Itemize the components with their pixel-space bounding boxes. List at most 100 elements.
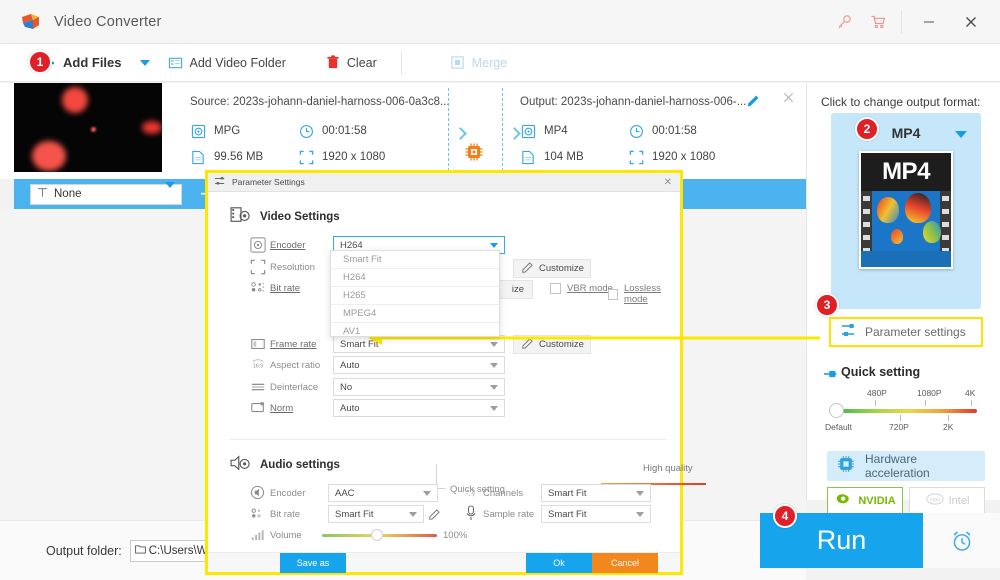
audio-encoder-select[interactable]: AAC <box>328 484 438 502</box>
remove-file-icon[interactable] <box>782 91 795 107</box>
hardware-acceleration-button[interactable]: Hardware acceleration <box>827 451 985 481</box>
intel-label: Intel <box>948 495 970 507</box>
aspect-ratio-select[interactable]: Auto <box>333 356 505 374</box>
format-disc-icon <box>190 123 206 139</box>
deinterlace-select[interactable]: No <box>333 378 505 396</box>
run-label: Run <box>816 525 867 555</box>
channels-row-icon <box>463 485 478 505</box>
video-settings-icon <box>230 206 252 227</box>
audio-bitrate-select[interactable]: Smart Fit <box>328 505 424 523</box>
cart-icon[interactable] <box>861 0 895 44</box>
source-size: 99.56 MB <box>190 149 263 165</box>
resolution-customize-button[interactable]: Customize <box>513 259 591 278</box>
trash-icon <box>326 55 340 70</box>
video-encoder-value: H264 <box>340 239 363 251</box>
channels-select[interactable]: Smart Fit <box>541 484 651 502</box>
step-badge-2: 2 <box>855 117 879 141</box>
save-as-button[interactable]: Save as <box>280 553 346 573</box>
volume-knob[interactable] <box>371 529 383 541</box>
samplerate-label: Sample rate <box>483 509 535 520</box>
chevron-down-icon <box>636 490 644 496</box>
audio-bitrate-value: Smart Fit <box>335 508 374 520</box>
dialog-close-icon[interactable]: ✕ <box>664 177 672 188</box>
window-controls <box>827 0 1000 44</box>
format-disc-icon <box>520 123 536 139</box>
file-list-item[interactable]: Source: 2023s-johann-daniel-harnoss-006-… <box>0 83 806 179</box>
edit-output-name-icon[interactable] <box>746 94 760 111</box>
output-duration: 00:01:58 <box>628 123 697 139</box>
vbr-mode-checkbox[interactable]: VBR mode <box>550 283 613 294</box>
audio-settings-label: Audio settings <box>260 458 340 471</box>
bitrate-label: Bit rate <box>270 283 301 294</box>
parameter-settings-dialog: Parameter Settings ✕ Video Settings Enco… <box>205 170 706 575</box>
minimize-button[interactable] <box>908 0 950 44</box>
key-icon[interactable] <box>827 0 861 44</box>
step-badge-4: 4 <box>773 504 797 528</box>
subtitle-select[interactable]: None <box>30 182 182 205</box>
file-icon <box>520 149 536 165</box>
merge-button: Merge <box>440 44 517 82</box>
encoder-dropdown-list[interactable]: Smart Fit H264 H265 MPEG4 AV1 <box>330 250 500 337</box>
encoder-option-smart-fit[interactable]: Smart Fit <box>331 251 499 269</box>
encoder-option-av1[interactable]: AV1 <box>331 323 499 341</box>
nvidia-toggle[interactable]: NVIDIA <box>827 487 903 515</box>
poster-image <box>861 191 951 267</box>
cancel-label: Cancel <box>610 558 639 568</box>
output-format-card[interactable]: MP4 MP4 <box>831 113 981 309</box>
app-title: Video Converter <box>54 13 162 30</box>
title-bar: Video Converter <box>0 0 1000 44</box>
clear-button[interactable]: Clear <box>316 44 387 82</box>
resolution-row-icon <box>250 259 266 280</box>
chevron-down-icon[interactable] <box>955 131 967 138</box>
aspect-ratio-label: Aspect ratio <box>270 360 321 371</box>
channels-label: Channels <box>483 488 524 499</box>
schedule-button[interactable] <box>923 513 1000 568</box>
encoder-option-mpeg4[interactable]: MPEG4 <box>331 305 499 323</box>
svg-text:16:9: 16:9 <box>253 364 263 370</box>
audio-bitrate-edit-icon[interactable] <box>429 507 440 525</box>
norm-select[interactable]: Auto <box>333 399 505 417</box>
add-video-folder-label: Add Video Folder <box>189 55 286 70</box>
chevron-down-icon <box>490 405 498 411</box>
samplerate-select[interactable]: Smart Fit <box>541 505 651 523</box>
parameter-settings-button[interactable]: Parameter settings <box>829 317 983 347</box>
audio-bitrate-label: Bit rate <box>270 509 301 520</box>
source-resolution: 1920 x 1080 <box>298 149 385 165</box>
output-resolution: 1920 x 1080 <box>628 149 715 165</box>
output-size: 104 MB <box>520 149 584 165</box>
step-badge-1: 1 <box>28 50 52 74</box>
slider-track[interactable] <box>839 409 977 413</box>
source-resolution-value: 1920 x 1080 <box>322 151 386 163</box>
quality-label: High quality <box>643 463 693 474</box>
file-icon <box>190 149 206 165</box>
output-format: MP4 <box>520 123 568 139</box>
encoder-option-h265[interactable]: H265 <box>331 287 499 305</box>
slider-knob[interactable] <box>829 403 844 418</box>
slider-label-480p: 480P <box>867 388 887 398</box>
lossless-mode-checkbox[interactable]: Lossless mode <box>608 283 680 305</box>
encoder-row-icon <box>250 237 266 258</box>
nvidia-label: NVIDIA <box>858 495 896 507</box>
encoder-option-h264[interactable]: H264 <box>331 269 499 287</box>
samplerate-value: Smart Fit <box>548 508 587 520</box>
ok-button[interactable]: Ok <box>526 553 592 573</box>
sliders-icon <box>214 173 226 191</box>
samplerate-row-icon <box>465 505 477 526</box>
text-icon <box>37 187 48 201</box>
intel-icon: intel <box>925 491 945 512</box>
source-format: MPG <box>190 123 240 139</box>
chevron-down-icon <box>139 59 150 66</box>
dialog-title-bar: Parameter Settings ✕ <box>208 173 680 192</box>
intel-toggle[interactable]: intel Intel <box>909 487 985 515</box>
close-button[interactable] <box>950 0 992 44</box>
checkbox-box[interactable] <box>608 288 618 300</box>
cancel-button[interactable]: Cancel <box>592 553 658 573</box>
add-files-dropdown-button[interactable] <box>132 44 158 82</box>
add-video-folder-button[interactable]: Add Video Folder <box>158 44 296 82</box>
aspect-ratio-row-icon: 16:9 <box>250 357 266 378</box>
chip-icon <box>837 455 855 478</box>
clock-icon <box>628 123 644 139</box>
slider-label-4k: 4K <box>965 388 976 398</box>
checkbox-box[interactable] <box>550 283 561 294</box>
resolution-customize-label: Customize <box>539 263 584 274</box>
